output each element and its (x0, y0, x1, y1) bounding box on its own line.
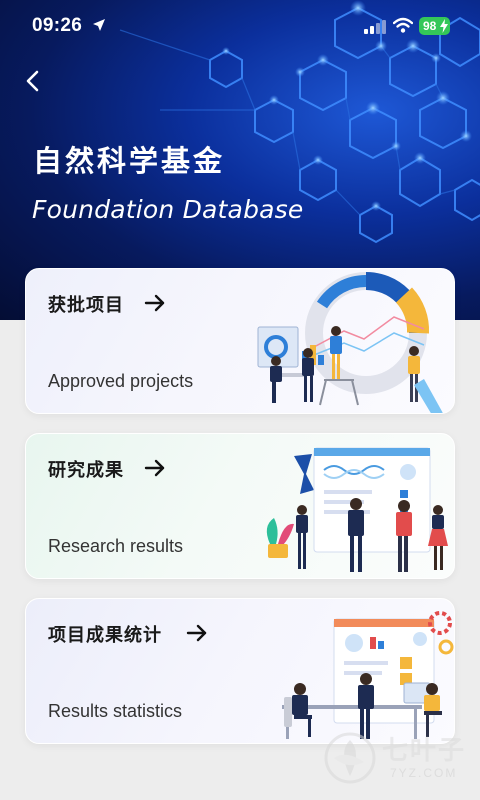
card-results-statistics[interactable]: 项目成果统计 Results statistics (25, 598, 455, 744)
arrow-right-icon (144, 294, 165, 312)
location-arrow-icon (93, 19, 105, 31)
card-title: 项目成果统计 (48, 625, 162, 646)
arrow-right-icon (186, 624, 207, 642)
page-subtitle: Foundation Database (32, 195, 304, 224)
card-approved-projects[interactable]: 获批项目 Approved projects (25, 268, 455, 414)
card-title: 获批项目 (48, 295, 124, 316)
card-subtitle: Results statistics (48, 701, 183, 721)
presentation-board-illustration (266, 447, 448, 572)
back-button[interactable] (20, 66, 48, 96)
battery-indicator: 98 (419, 17, 450, 35)
card-title: 研究成果 (48, 460, 124, 481)
leaf-logo-icon (324, 732, 376, 784)
watermark: 七叶子 7YZ.COM (324, 728, 474, 788)
chevron-left-icon (26, 70, 39, 92)
status-time: 09:26 (32, 15, 83, 36)
card-research-results[interactable]: 研究成果 Research results (25, 433, 455, 579)
arrow-right-icon (144, 459, 165, 477)
watermark-text-cn: 七叶子 (382, 736, 467, 766)
page-title: 自然科学基金 (33, 144, 226, 178)
status-bar: 09:26 98 (0, 0, 480, 52)
card-subtitle: Approved projects (48, 371, 194, 391)
watermark-text-en: 7YZ.COM (390, 766, 458, 780)
signal-icon (364, 20, 386, 34)
card-subtitle: Research results (48, 536, 184, 556)
team-dashboard-illustration (257, 272, 443, 413)
office-analytics-illustration (282, 611, 454, 739)
battery-level: 98 (423, 19, 437, 33)
wifi-icon (393, 17, 413, 33)
battery-charging-icon (440, 19, 448, 33)
